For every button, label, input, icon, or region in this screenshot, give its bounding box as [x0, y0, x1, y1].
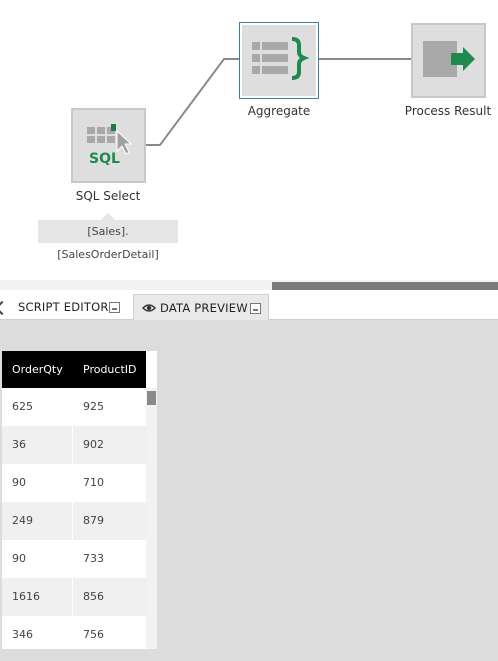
- preview-grid[interactable]: OrderQty ProductID 625 925 36 902 90 710 249 87…: [2, 351, 157, 649]
- connector-sql-to-aggregate: [146, 58, 240, 146]
- table-row[interactable]: 625 925: [2, 388, 146, 426]
- aggregate-label: Aggregate: [247, 104, 311, 118]
- table-cell[interactable]: 856: [73, 578, 146, 616]
- grid-scroll-thumb[interactable]: [147, 391, 156, 405]
- grid-vertical-scrollbar[interactable]: [146, 388, 157, 649]
- aggregate-icon: [252, 37, 310, 80]
- data-preview-panel: OrderQty ProductID 625 925 36 902 90 710 249 87…: [0, 320, 498, 661]
- table-name-tooltip: [Sales].[SalesOrderDetail]: [38, 213, 178, 261]
- table-row[interactable]: 36 902: [2, 426, 146, 464]
- table-cell[interactable]: 346: [2, 616, 73, 649]
- sql-table-icon: SQL: [87, 124, 133, 167]
- table-cell[interactable]: 625: [2, 388, 73, 426]
- collapse-chevron-icon: [0, 300, 10, 316]
- table-cell[interactable]: 90: [2, 540, 73, 578]
- table-cell[interactable]: 902: [73, 426, 146, 464]
- canvas-scroll-thumb[interactable]: [272, 282, 498, 290]
- table-cell[interactable]: 90: [2, 464, 73, 502]
- table-cell[interactable]: 756: [73, 616, 146, 649]
- grid-header: OrderQty ProductID: [2, 351, 146, 388]
- process-result-icon: [423, 41, 475, 77]
- process-result-label: Process Result: [404, 104, 492, 118]
- table-cell[interactable]: 879: [73, 502, 146, 540]
- data-preview-minimize-button[interactable]: [250, 303, 261, 314]
- bottom-tab-bar: SCRIPT EDITOR DATA PREVIEW: [0, 290, 498, 320]
- flow-canvas[interactable]: SQL SQL Select [Sales].[SalesOrderDetail…: [0, 0, 498, 284]
- sql-select-node-box[interactable]: SQL: [71, 108, 146, 183]
- tab-data-preview-label: DATA PREVIEW: [160, 300, 248, 315]
- table-cell[interactable]: 710: [73, 464, 146, 502]
- table-cell[interactable]: 1616: [2, 578, 73, 616]
- tab-data-preview[interactable]: DATA PREVIEW: [133, 294, 269, 320]
- svg-text:SQL: SQL: [89, 151, 120, 167]
- column-header[interactable]: OrderQty: [2, 351, 73, 388]
- table-cell[interactable]: 733: [73, 540, 146, 578]
- eye-icon: [142, 303, 156, 312]
- tab-script-editor-label: SCRIPT EDITOR: [18, 300, 109, 314]
- grid-body: 625 925 36 902 90 710 249 879 90 733 1616 856 346 756: [2, 388, 146, 649]
- table-row[interactable]: 1616 856: [2, 578, 146, 616]
- process-result-node-box[interactable]: [411, 23, 486, 98]
- table-cell[interactable]: 36: [2, 426, 73, 464]
- tab-script-editor[interactable]: SCRIPT EDITOR: [0, 294, 130, 320]
- table-row[interactable]: 90 733: [2, 540, 146, 578]
- column-header[interactable]: ProductID: [73, 351, 146, 388]
- table-cell[interactable]: 249: [2, 502, 73, 540]
- table-row[interactable]: 90 710: [2, 464, 146, 502]
- table-row[interactable]: 249 879: [2, 502, 146, 540]
- sql-select-label: SQL Select: [75, 189, 141, 203]
- script-editor-minimize-button[interactable]: [109, 302, 120, 313]
- table-cell[interactable]: 925: [73, 388, 146, 426]
- table-row[interactable]: 346 756: [2, 616, 146, 649]
- aggregate-node-box[interactable]: [239, 22, 319, 99]
